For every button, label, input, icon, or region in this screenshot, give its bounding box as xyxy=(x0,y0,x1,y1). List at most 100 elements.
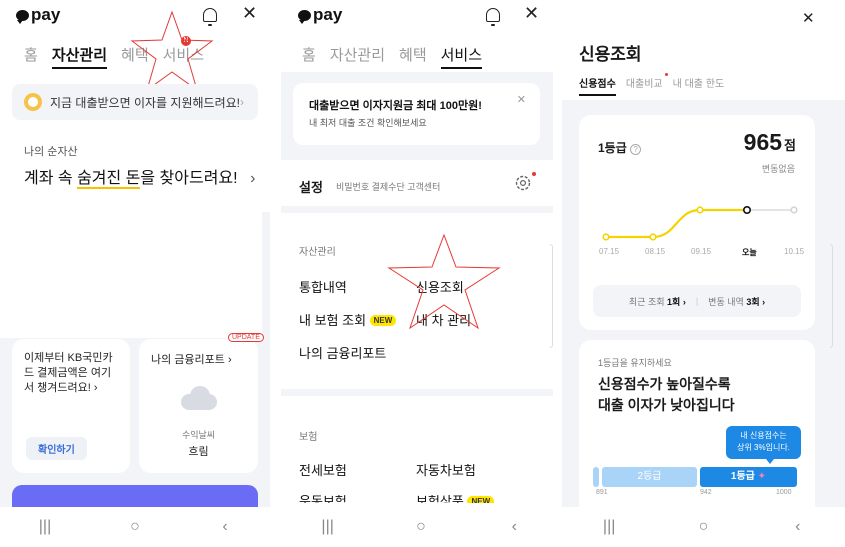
menu-financial-report[interactable]: 나의 금융리포트 xyxy=(299,343,386,362)
score-line xyxy=(606,208,747,239)
grade-bar-3 xyxy=(593,467,599,487)
credit-score-card: 1등급 ? 965 점 변동없음 07.15 08.15 09.15 오늘 10.… xyxy=(579,115,815,330)
recent-apps-button[interactable]: ||| xyxy=(25,518,65,536)
screen-asset-management: pay ✕ 홈 자산관리 혜택 서비스 N 지금 대출받으면 이자를 지원해드려… xyxy=(0,0,270,547)
cloud-icon xyxy=(177,384,221,412)
menu-exercise-insurance[interactable]: 운동보험 xyxy=(299,491,347,503)
promo-sub: 1등급을 유지하세요 xyxy=(598,358,672,368)
close-icon[interactable]: ✕ xyxy=(802,9,815,27)
x-label: 08.15 xyxy=(645,247,666,256)
tab-home[interactable]: 홈 xyxy=(24,44,38,69)
notice-title: 대출받으면 이자지원금 최대 100만원! xyxy=(309,100,482,112)
x-label: 10.15 xyxy=(784,247,805,256)
net-asset-label: 나의 순자산 xyxy=(24,146,78,158)
system-nav-bar: ||| ○ ‹ xyxy=(281,507,561,547)
screen-credit-check: ✕ 신용조회 신용점수 대출비교 내 대출 한도 1등급 ? 965 점 변동없음… xyxy=(562,0,845,547)
settings-label: 설정 xyxy=(299,180,323,195)
promo-title: 신용점수가 높아질수록 대출 이자가 낮아집니다 xyxy=(598,376,735,413)
asset-section-label: 자산관리 xyxy=(299,247,336,258)
tab-loan-limit[interactable]: 내 대출 한도 xyxy=(673,75,725,96)
score-point xyxy=(649,233,657,241)
kb-card-text: 이제부터 KB국민카드 결제금액은 여기서 챙겨드려요! › xyxy=(24,352,113,394)
hidden-money-headline[interactable]: 계좌 속 숨겨진 돈을 찾아드려요! › xyxy=(24,164,255,189)
main-tabs: 홈 자산관리 혜택 서비스 xyxy=(302,44,483,69)
tab-loan-compare[interactable]: 대출비교 xyxy=(626,73,668,96)
kb-card-promo[interactable]: 이제부터 KB국민카드 결제금액은 여기서 챙겨드려요! › 확인하기 xyxy=(12,339,130,473)
score-change: 변동없음 xyxy=(761,164,795,174)
menu-insurance-products[interactable]: 보험상품 NEW xyxy=(416,491,495,503)
page-title: 신용조회 xyxy=(579,45,642,64)
home-button[interactable]: ○ xyxy=(683,518,723,536)
recent-apps-button[interactable]: ||| xyxy=(589,518,629,536)
score-point xyxy=(743,206,752,215)
settings-sub: 비밀번호 결제수단 고객센터 xyxy=(336,182,441,192)
menu-integrated-history[interactable]: 통합내역 xyxy=(299,277,347,296)
confirm-button[interactable]: 확인하기 xyxy=(26,437,87,460)
menu-car-insurance[interactable]: 자동차보험 xyxy=(416,460,476,479)
weather-label: 수익날씨 xyxy=(181,430,216,440)
score-point xyxy=(696,206,704,214)
home-button[interactable]: ○ xyxy=(115,518,155,536)
system-nav-bar: ||| ○ ‹ xyxy=(562,507,845,547)
star-annotation xyxy=(130,10,214,92)
close-icon[interactable]: ✕ xyxy=(524,3,539,24)
tick-891: 891 xyxy=(596,489,608,496)
close-icon[interactable]: ✕ xyxy=(517,93,526,106)
weather-value: 흐림 xyxy=(188,446,209,458)
home-button[interactable]: ○ xyxy=(401,518,441,536)
kakaopay-logo: pay xyxy=(298,5,342,25)
empty-area xyxy=(0,212,262,338)
menu-jeonse-insurance[interactable]: 전세보험 xyxy=(299,460,347,479)
back-button[interactable]: ‹ xyxy=(494,518,534,536)
bell-icon[interactable] xyxy=(486,8,500,26)
tab-asset[interactable]: 자산관리 xyxy=(330,44,385,69)
scroll-edge xyxy=(830,244,833,348)
loan-banner[interactable]: 지금 대출받으면 이자를 지원해드려요! › xyxy=(12,84,258,120)
credit-tabs: 신용점수 대출비교 내 대출 한도 xyxy=(579,73,725,96)
financial-report-card[interactable]: 나의 금융리포트 › 수익날씨 흐림 xyxy=(139,339,258,473)
x-label: 09.15 xyxy=(691,247,712,256)
screen-service: pay ✕ 홈 자산관리 혜택 서비스 대출받으면 이자지원금 최대 100만원… xyxy=(281,0,561,547)
tick-942: 942 xyxy=(700,489,712,496)
change-history[interactable]: 변동 내역 3회 › xyxy=(708,295,765,308)
tab-service[interactable]: 서비스 xyxy=(440,44,483,69)
grade-label: 1등급 ? xyxy=(598,139,642,156)
tab-asset[interactable]: 자산관리 xyxy=(51,44,108,69)
tab-home[interactable]: 홈 xyxy=(302,44,316,69)
inquiry-summary: 최근 조회 1회 › | 변동 내역 3회 › xyxy=(593,285,801,317)
score-point xyxy=(602,233,610,241)
grade-bar-1: 1등급 ✦ xyxy=(700,467,797,487)
chart-x-labels: 07.15 08.15 09.15 오늘 10.15 xyxy=(579,247,815,261)
recent-apps-button[interactable]: ||| xyxy=(308,518,348,536)
recent-inquiry[interactable]: 최근 조회 1회 › xyxy=(629,295,686,308)
credit-score: 965 점 xyxy=(743,129,796,155)
purple-banner[interactable] xyxy=(12,485,258,507)
back-button[interactable]: ‹ xyxy=(205,518,245,536)
update-badge: UPDATE xyxy=(228,333,264,342)
help-icon[interactable]: ? xyxy=(630,144,642,155)
rank-tooltip: 내 신용점수는 상위 3%입니다. xyxy=(726,426,801,459)
back-button[interactable]: ‹ xyxy=(778,518,818,536)
gear-icon[interactable] xyxy=(514,174,532,192)
divider xyxy=(281,389,553,396)
close-icon[interactable]: ✕ xyxy=(242,3,257,24)
settings-row[interactable]: 설정 비밀번호 결제수단 고객센터 xyxy=(281,160,553,206)
notice-sub: 내 최저 대출 조건 확인해보세요 xyxy=(309,118,427,128)
tick-1000: 1000 xyxy=(776,489,792,496)
x-label: 오늘 xyxy=(742,248,757,257)
star-annotation xyxy=(387,233,501,330)
chevron-right-icon: › xyxy=(240,95,244,109)
x-label: 07.15 xyxy=(599,247,620,256)
banner-text: 지금 대출받으면 이자를 지원해드려요! xyxy=(50,95,240,110)
grade-bar-2: 2등급 xyxy=(602,467,697,487)
system-nav-bar: ||| ○ ‹ xyxy=(0,507,270,547)
tab-benefit[interactable]: 혜택 xyxy=(399,44,427,69)
score-point xyxy=(790,206,798,214)
scroll-edge xyxy=(550,244,553,348)
loan-notice-card[interactable]: 대출받으면 이자지원금 최대 100만원! 내 최저 대출 조건 확인해보세요 … xyxy=(293,83,540,145)
smile-icon xyxy=(24,93,42,111)
tab-credit-score[interactable]: 신용점수 xyxy=(579,75,616,96)
kakaopay-logo: pay xyxy=(16,5,60,25)
divider xyxy=(281,206,553,213)
menu-insurance-check[interactable]: 내 보험 조회 NEW xyxy=(299,310,397,329)
